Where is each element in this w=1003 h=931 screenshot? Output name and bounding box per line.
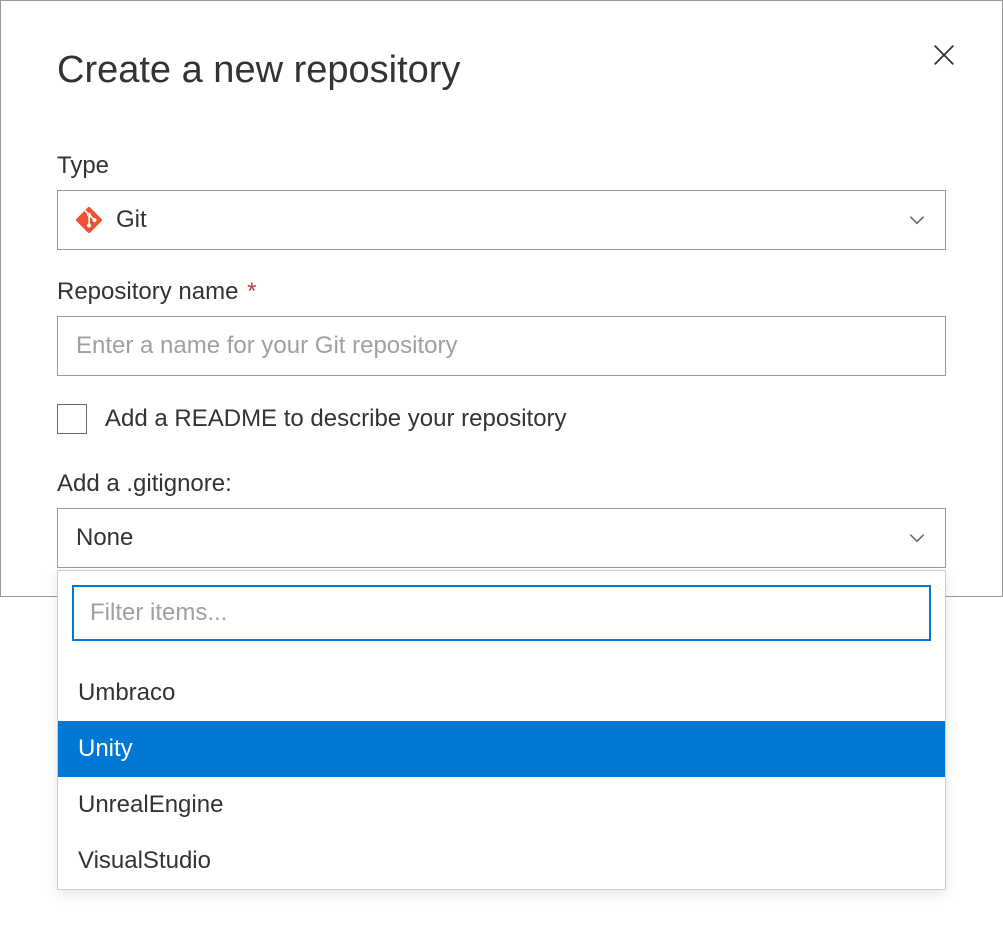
repo-name-label: Repository name * bbox=[57, 278, 946, 306]
gitignore-dropdown-container: None UmbracoUnityUnrealEngineVisualStudi… bbox=[57, 508, 946, 568]
chevron-down-icon bbox=[907, 528, 927, 548]
readme-checkbox[interactable] bbox=[57, 404, 87, 434]
dialog-title: Create a new repository bbox=[57, 49, 460, 92]
type-select[interactable]: Git bbox=[57, 190, 946, 250]
gitignore-select[interactable]: None bbox=[57, 508, 946, 568]
gitignore-option[interactable]: Unity bbox=[58, 721, 945, 777]
gitignore-label: Add a .gitignore: bbox=[57, 470, 946, 498]
readme-label[interactable]: Add a README to describe your repository bbox=[105, 405, 567, 433]
filter-input-wrapper bbox=[58, 571, 945, 649]
create-repository-dialog: Create a new repository Type Git Reposit… bbox=[0, 0, 1003, 597]
repo-name-field-group: Repository name * bbox=[57, 278, 946, 376]
required-asterisk: * bbox=[247, 278, 256, 305]
type-field-group: Type Git bbox=[57, 152, 946, 250]
type-label: Type bbox=[57, 152, 946, 180]
close-icon bbox=[930, 41, 958, 69]
gitignore-option[interactable]: UnrealEngine bbox=[58, 777, 945, 833]
git-icon bbox=[76, 207, 102, 233]
readme-checkbox-row: Add a README to describe your repository bbox=[57, 404, 946, 434]
partial-scroll-item bbox=[58, 649, 945, 665]
repo-name-label-text: Repository name bbox=[57, 278, 238, 305]
repo-name-input[interactable] bbox=[57, 316, 946, 376]
gitignore-option[interactable]: Umbraco bbox=[58, 665, 945, 721]
gitignore-field-group: Add a .gitignore: None UmbracoUnityUnrea… bbox=[57, 470, 946, 568]
close-button[interactable] bbox=[926, 37, 962, 76]
gitignore-options-list: UmbracoUnityUnrealEngineVisualStudio bbox=[58, 665, 945, 889]
type-value: Git bbox=[116, 206, 147, 234]
gitignore-value: None bbox=[76, 524, 133, 552]
type-select-content: Git bbox=[76, 206, 147, 234]
chevron-down-icon bbox=[907, 210, 927, 230]
gitignore-option[interactable]: VisualStudio bbox=[58, 833, 945, 889]
dialog-header: Create a new repository bbox=[57, 49, 946, 92]
gitignore-filter-input[interactable] bbox=[72, 585, 931, 641]
gitignore-dropdown-panel: UmbracoUnityUnrealEngineVisualStudio bbox=[57, 570, 946, 890]
